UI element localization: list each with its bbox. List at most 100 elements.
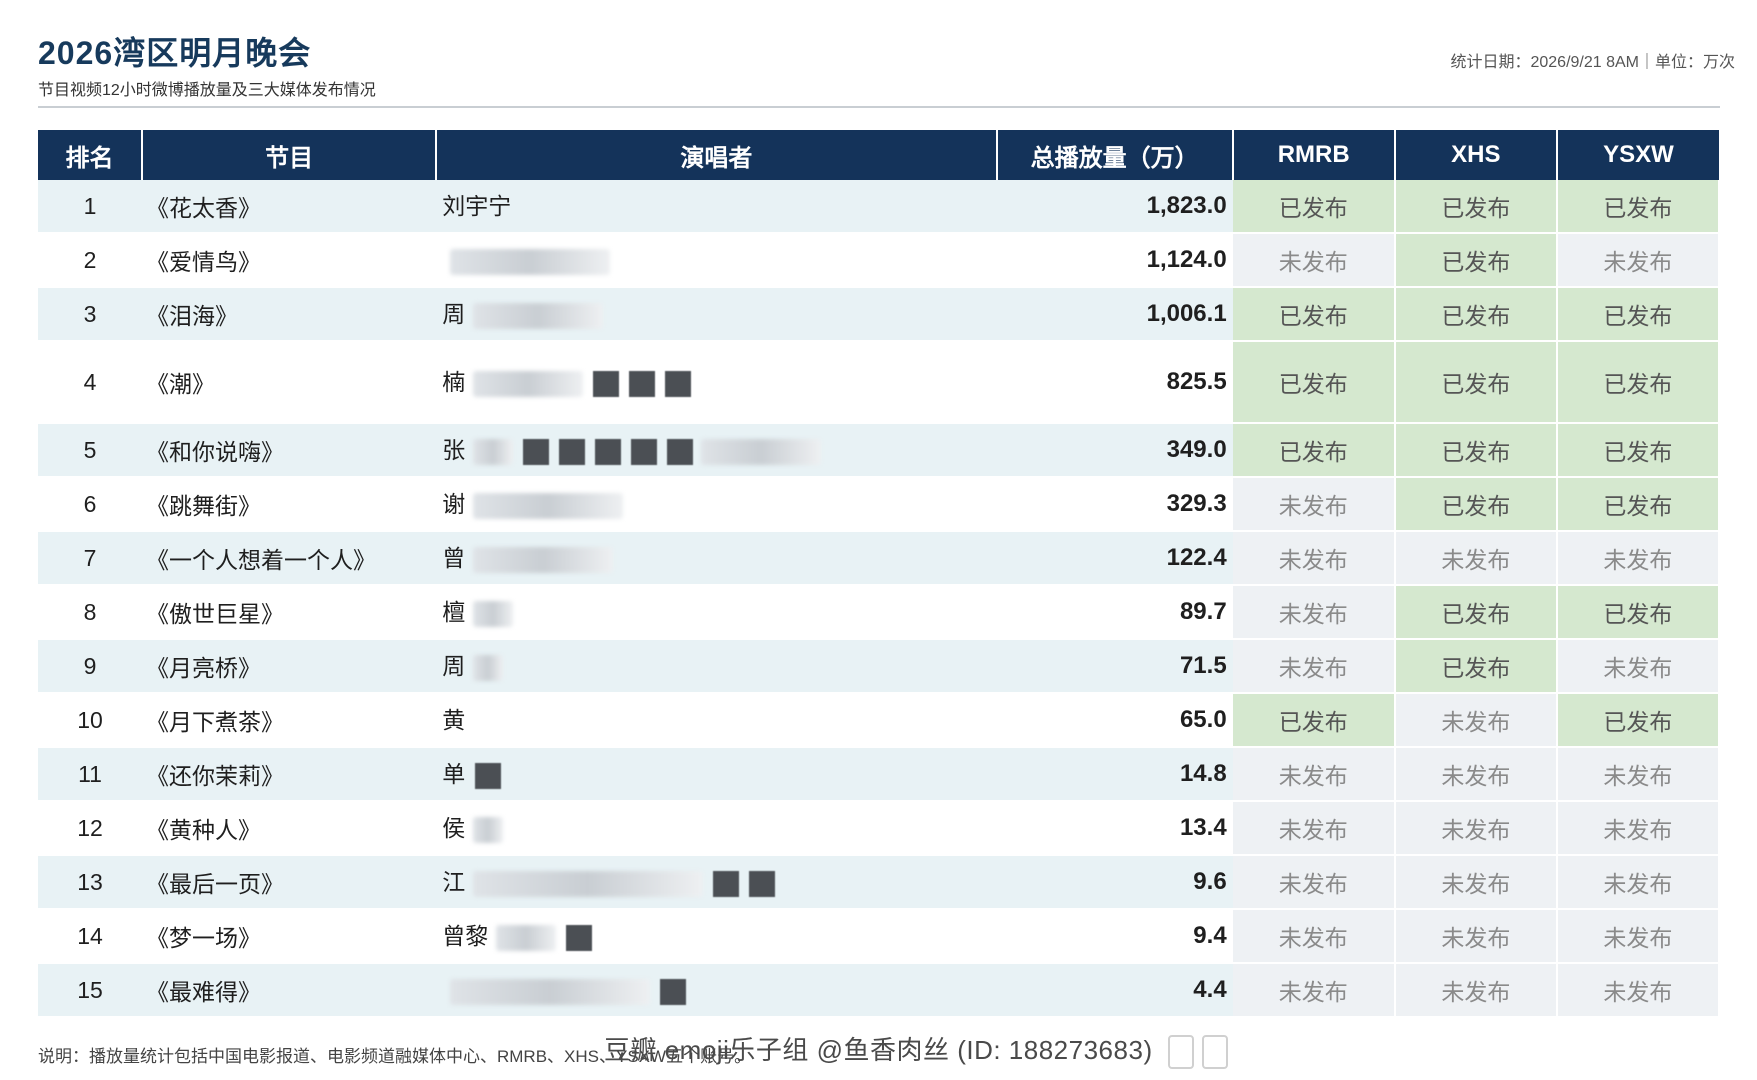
xhs-status-cell: 未发布 — [1394, 747, 1558, 802]
total-plays-cell: 13.4 — [996, 801, 1233, 856]
program-cell: 《梦一场》 — [142, 909, 437, 964]
header-rmrb: RMRB — [1232, 130, 1396, 180]
redaction-mark — [631, 438, 658, 465]
ysxw-status-cell: 已发布 — [1556, 585, 1721, 640]
redaction-mark — [475, 762, 502, 789]
singer-name: 周 — [442, 301, 466, 327]
header-singer: 演唱者 — [436, 130, 998, 180]
redaction-mark — [701, 438, 822, 465]
program-cell: 《最难得》 — [142, 963, 437, 1018]
total-plays-cell: 14.8 — [996, 747, 1233, 802]
ysxw-status-cell: 未发布 — [1556, 801, 1721, 856]
rmrb-status-cell: 未发布 — [1232, 747, 1396, 802]
watermark-decoration — [1168, 1035, 1195, 1070]
rank-cell: 14 — [38, 909, 143, 964]
report-subtitle: 节目视频12小时微博播放量及三大媒体发布情况 — [38, 82, 376, 99]
singer-name: 张 — [442, 437, 466, 463]
total-plays-cell: 65.0 — [996, 693, 1233, 748]
program-cell: 《月下煮茶》 — [142, 693, 437, 748]
singer-name: 周 — [442, 653, 466, 679]
program-cell: 《一个人想着一个人》 — [142, 531, 437, 586]
watermark: 豆瓣 emoji乐子组 @鱼香肉丝 (ID: 188273683) — [604, 1030, 1229, 1070]
ysxw-status-cell: 未发布 — [1556, 747, 1721, 802]
table-row: 6 《跳舞街》谢 329.3 未发布 已发布 已发布 — [38, 477, 1721, 532]
xhs-status-cell: 未发布 — [1394, 531, 1558, 586]
rmrb-status-cell: 已发布 — [1232, 287, 1396, 342]
redaction-mark — [523, 438, 550, 465]
total-plays-cell: 1,124.0 — [996, 233, 1233, 288]
total-plays-cell: 1,006.1 — [996, 287, 1233, 342]
xhs-status-cell: 已发布 — [1394, 341, 1558, 424]
xhs-status-cell: 已发布 — [1394, 585, 1558, 640]
table-row: 3 《泪海》周 1,006.1 已发布 已发布 已发布 — [38, 287, 1721, 342]
xhs-status-cell: 未发布 — [1394, 693, 1558, 748]
program-cell: 《最后一页》 — [142, 855, 437, 910]
ysxw-status-cell: 未发布 — [1556, 963, 1721, 1018]
header-xhs: XHS — [1394, 130, 1558, 180]
xhs-status-cell: 已发布 — [1394, 233, 1558, 288]
rmrb-status-cell: 未发布 — [1232, 639, 1396, 694]
rank-cell: 2 — [38, 233, 143, 288]
singer-cell: 谢 — [436, 477, 997, 532]
singer-name: 曾 — [442, 545, 466, 571]
singer-cell: 檀 — [436, 585, 997, 640]
rank-cell: 5 — [38, 423, 143, 478]
singer-cell: 周 — [436, 639, 997, 694]
table-row: 8 《傲世巨星》檀 89.7 未发布 已发布 已发布 — [38, 585, 1721, 640]
total-plays-cell: 9.4 — [996, 909, 1233, 964]
table-row: 15 《最难得》 4.4 未发布 未发布 未发布 — [38, 963, 1721, 1018]
header-program: 节目 — [142, 130, 438, 180]
table-row: 1 《花太香》 刘宇宁 1,823.0 已发布 已发布 已发布 — [38, 180, 1721, 234]
xhs-status-cell: 已发布 — [1394, 287, 1558, 342]
xhs-status-cell: 已发布 — [1394, 639, 1558, 694]
ysxw-status-cell: 未发布 — [1556, 909, 1721, 964]
table-row: 2 《爱情鸟》 1,124.0 未发布 已发布 未发布 — [38, 233, 1721, 288]
singer-cell: 周 — [436, 287, 997, 342]
stats-date-unit: 统计日期：2026/9/21 8AM｜单位：万次 — [1450, 54, 1735, 71]
rmrb-status-cell: 已发布 — [1232, 180, 1396, 234]
singer-name: 曾黎 — [442, 923, 489, 949]
redaction-mark — [450, 978, 651, 1005]
rmrb-status-cell: 已发布 — [1232, 341, 1396, 424]
redaction-mark — [566, 924, 593, 951]
redaction-mark — [665, 370, 692, 397]
singer-name: 黄 — [442, 707, 466, 733]
header-total-plays: 总播放量（万） — [996, 130, 1234, 180]
table-row: 12 《黄种人》侯 13.4 未发布 未发布 未发布 — [38, 801, 1721, 856]
table-row: 10 《月下煮茶》黄 65.0 已发布 未发布 已发布 — [38, 693, 1721, 748]
redaction-mark — [473, 438, 514, 465]
xhs-status-cell: 未发布 — [1394, 801, 1558, 856]
redaction-mark — [595, 438, 622, 465]
singer-name: 谢 — [442, 491, 466, 517]
program-cell: 《泪海》 — [142, 287, 437, 342]
program-cell: 《和你说嗨》 — [142, 423, 437, 478]
rmrb-status-cell: 未发布 — [1232, 531, 1396, 586]
rmrb-status-cell: 已发布 — [1232, 693, 1396, 748]
redaction-mark — [473, 492, 624, 519]
rank-cell: 15 — [38, 963, 143, 1018]
rmrb-status-cell: 未发布 — [1232, 855, 1396, 910]
rank-cell: 12 — [38, 801, 143, 856]
singer-cell: 黄 — [436, 693, 997, 748]
program-cell: 《还你茉莉》 — [142, 747, 437, 802]
table-row: 4 《潮》楠 825.5 已发布 已发布 已发布 — [38, 341, 1721, 424]
program-cell: 《潮》 — [142, 341, 437, 424]
rank-cell: 8 — [38, 585, 143, 640]
ysxw-status-cell: 未发布 — [1556, 531, 1721, 586]
singer-cell: 楠 — [436, 341, 997, 424]
rmrb-status-cell: 未发布 — [1232, 585, 1396, 640]
redaction-mark — [450, 248, 611, 275]
redaction-mark — [473, 654, 504, 681]
total-plays-cell: 9.6 — [996, 855, 1233, 910]
ysxw-status-cell: 已发布 — [1556, 341, 1721, 424]
redaction-mark — [559, 438, 586, 465]
redaction-mark — [629, 370, 656, 397]
table-row: 5 《和你说嗨》张 349.0 已发布 已发布 已发布 — [38, 423, 1721, 478]
ysxw-status-cell: 已发布 — [1556, 693, 1721, 748]
singer-cell: 曾 — [436, 531, 997, 586]
rank-cell: 4 — [38, 341, 143, 424]
rmrb-status-cell: 未发布 — [1232, 233, 1396, 288]
singer-cell: 单 — [436, 747, 997, 802]
singer-name: 侯 — [442, 815, 466, 841]
table-row: 13 《最后一页》江 9.6 未发布 未发布 未发布 — [38, 855, 1721, 910]
